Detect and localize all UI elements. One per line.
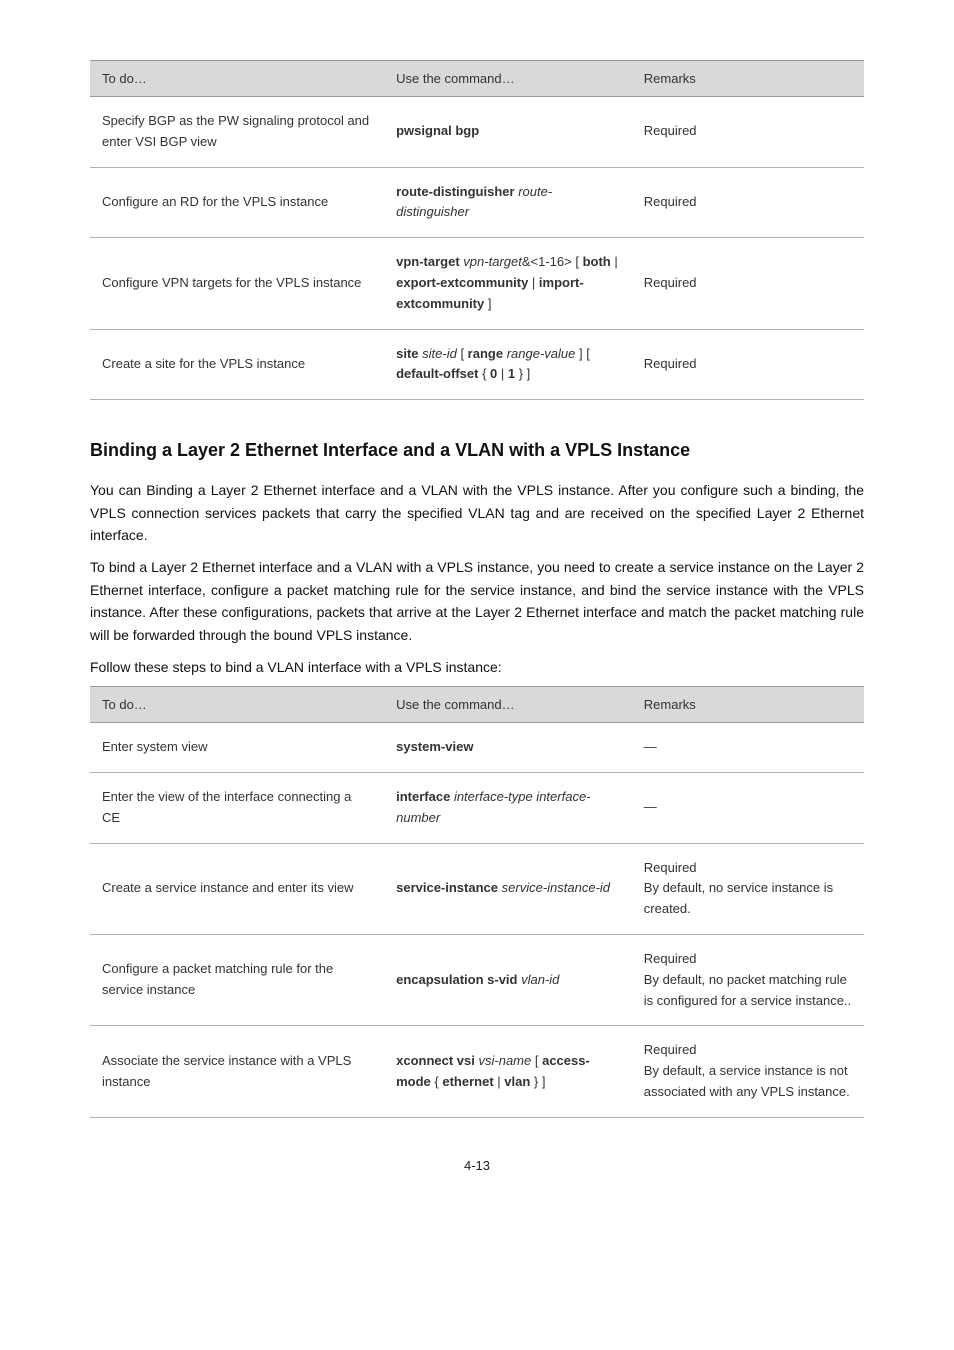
- cell: xconnect vsi vsi-name [ access-mode { et…: [384, 1026, 632, 1117]
- table-row: Enter the view of the interface connecti…: [90, 773, 864, 844]
- cell: service-instance service-instance-id: [384, 843, 632, 934]
- table-row: Specify BGP as the PW signaling protocol…: [90, 97, 864, 168]
- cell: Create a service instance and enter its …: [90, 843, 384, 934]
- cell: encapsulation s-vid vlan-id: [384, 935, 632, 1026]
- cell: Enter the view of the interface connecti…: [90, 773, 384, 844]
- table-row: Create a service instance and enter its …: [90, 843, 864, 934]
- cell: Create a site for the VPLS instance: [90, 329, 384, 400]
- cell: interface interface-type interface-numbe…: [384, 773, 632, 844]
- section-heading: Binding a Layer 2 Ethernet Interface and…: [90, 440, 864, 461]
- cell: route-distinguisher route-distinguisher: [384, 167, 632, 238]
- t2-header-2: Use the command…: [384, 687, 632, 723]
- table-row: Configure an RD for the VPLS instance ro…: [90, 167, 864, 238]
- config-table-2: To do… Use the command… Remarks Enter sy…: [90, 686, 864, 1118]
- t1-header-1: To do…: [90, 61, 384, 97]
- cell: site site-id [ range range-value ] [ def…: [384, 329, 632, 400]
- cell: Required: [632, 238, 864, 329]
- paragraph-2: To bind a Layer 2 Ethernet interface and…: [90, 556, 864, 646]
- cell: Configure a packet matching rule for the…: [90, 935, 384, 1026]
- config-table-1: To do… Use the command… Remarks Specify …: [90, 60, 864, 400]
- cell: Required: [632, 167, 864, 238]
- t2-header-3: Remarks: [632, 687, 864, 723]
- cell: vpn-target vpn-target&<1-16> [ both | ex…: [384, 238, 632, 329]
- t2-header-1: To do…: [90, 687, 384, 723]
- cell: Enter system view: [90, 723, 384, 773]
- table-row: Configure a packet matching rule for the…: [90, 935, 864, 1026]
- table-row: Configure VPN targets for the VPLS insta…: [90, 238, 864, 329]
- cell: RequiredBy default, no service instance …: [632, 843, 864, 934]
- cell: —: [632, 773, 864, 844]
- cell: Associate the service instance with a VP…: [90, 1026, 384, 1117]
- cell: RequiredBy default, no packet matching r…: [632, 935, 864, 1026]
- table-row: Enter system view system-view —: [90, 723, 864, 773]
- cell: system-view: [384, 723, 632, 773]
- paragraph-1: You can Binding a Layer 2 Ethernet inter…: [90, 479, 864, 546]
- cell: Configure VPN targets for the VPLS insta…: [90, 238, 384, 329]
- cell: Specify BGP as the PW signaling protocol…: [90, 97, 384, 168]
- page-number: 4-13: [90, 1158, 864, 1173]
- cell: RequiredBy default, a service instance i…: [632, 1026, 864, 1117]
- follow-line: Follow these steps to bind a VLAN interf…: [90, 656, 864, 678]
- cell: —: [632, 723, 864, 773]
- t1-header-3: Remarks: [632, 61, 864, 97]
- table-row: Create a site for the VPLS instance site…: [90, 329, 864, 400]
- cell: Configure an RD for the VPLS instance: [90, 167, 384, 238]
- cell: Required: [632, 329, 864, 400]
- cell: Required: [632, 97, 864, 168]
- t1-header-2: Use the command…: [384, 61, 632, 97]
- cell: pwsignal bgp: [384, 97, 632, 168]
- table-row: Associate the service instance with a VP…: [90, 1026, 864, 1117]
